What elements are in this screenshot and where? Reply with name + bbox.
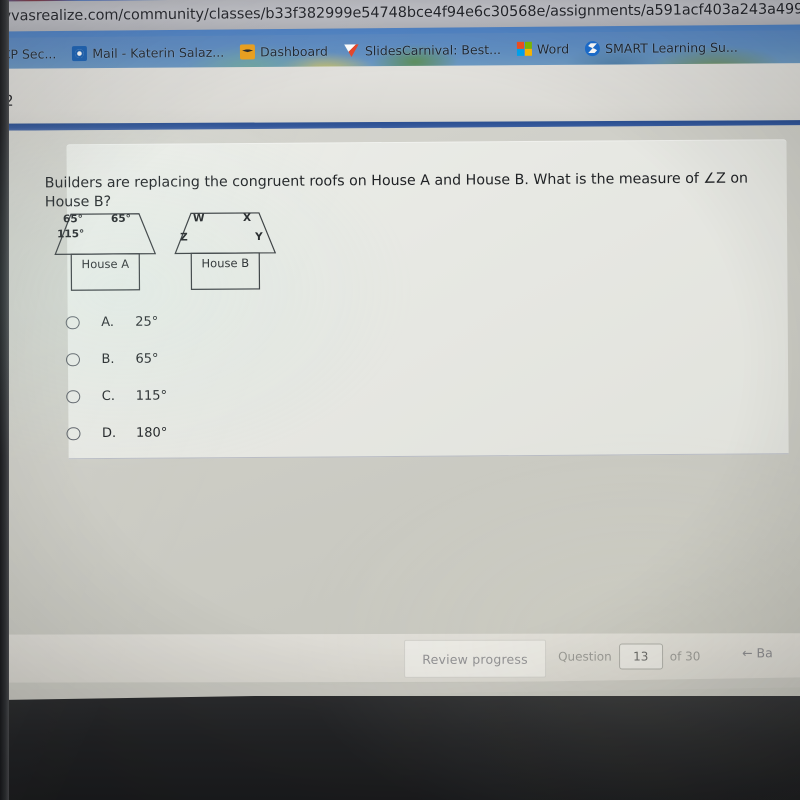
bookmark-slidescarnival[interactable]: SlidesCarnival: Best... (336, 41, 509, 58)
radio-button-c[interactable] (66, 389, 80, 404)
smart-learning-icon (585, 40, 601, 56)
url-text: savvasrealize.com/community/classes/b33f… (0, 1, 800, 25)
bookmark-label: Dashboard (260, 43, 329, 59)
bookmark-label: SMART Learning Su... (605, 39, 738, 56)
option-value: 65° (135, 351, 159, 367)
house-b-vertex-z: Z (180, 231, 188, 244)
monitor-display-area: savvasrealize.com/community/classes/b33f… (0, 0, 800, 716)
option-letter: D. (101, 425, 117, 442)
radio-button-a[interactable] (65, 315, 80, 330)
question-number-input[interactable]: 13 (618, 643, 663, 670)
question-toolbar: Review progress Question 13 of 30 ← Ba (0, 633, 800, 683)
monitor-bottom-bezel (0, 696, 800, 800)
bookmark-mail-katerin-salaz[interactable]: Mail - Katerin Salaz... (64, 44, 232, 61)
answer-option-d[interactable]: D. 180° (66, 413, 446, 453)
question-prompt: Builders are replacing the congruent roo… (44, 170, 749, 211)
figure-house-a: 65° 65° 115° House A (49, 208, 162, 294)
answer-options: A. 25° B. 65° C. 115° D. 180° (65, 302, 447, 453)
answer-option-c[interactable]: C. 115° (66, 376, 446, 416)
photographed-screen: savvasrealize.com/community/classes/b33f… (0, 0, 800, 800)
option-letter: C. (101, 388, 116, 405)
house-b-drawing (174, 212, 277, 290)
microsoft-word-icon (517, 41, 532, 56)
radio-button-d[interactable] (66, 426, 81, 441)
review-progress-button[interactable]: Review progress (404, 639, 547, 678)
question-total-label: of 30 (669, 649, 701, 664)
bookmark-smart-learning[interactable]: SMART Learning Su... (577, 39, 746, 56)
answer-option-b[interactable]: B. 65° (65, 339, 446, 379)
review-progress-label: Review progress (422, 651, 528, 667)
house-a-angle-bottom-left: 115° (57, 228, 85, 241)
house-a-angle-top-left: 65° (62, 213, 83, 226)
house-b-vertex-x: X (242, 211, 252, 225)
option-letter: B. (101, 351, 115, 368)
house-a-angle-top-right: 65° (110, 212, 131, 225)
option-letter: A. (101, 314, 115, 331)
bookmark-label: Mail - Katerin Salaz... (92, 44, 225, 61)
slidescarnival-icon (344, 43, 360, 58)
option-value: 115° (135, 388, 168, 404)
house-a-label: House A (81, 256, 130, 272)
house-b-vertex-w: W (192, 212, 205, 225)
question-card: Builders are replacing the congruent roo… (45, 139, 789, 460)
answer-option-a[interactable]: A. 25° (65, 302, 446, 342)
house-b-vertex-y: Y (255, 230, 263, 243)
question-label: Question (558, 649, 612, 664)
bookmark-label: SlidesCarnival: Best... (364, 41, 502, 58)
page-body: Builders are replacing the congruent roo… (0, 124, 800, 711)
back-link[interactable]: ← Ba (742, 645, 773, 660)
option-value: 180° (135, 425, 168, 441)
house-figures: 65° 65° 115° House A W X Z Y House B (49, 206, 350, 293)
option-value: 25° (135, 314, 159, 330)
bookmark-label: Word (536, 40, 570, 57)
graduation-cap-icon (240, 43, 256, 60)
monitor-left-bezel (0, 0, 9, 800)
bookmark-word[interactable]: Word (509, 41, 577, 57)
radio-button-b[interactable] (65, 352, 80, 367)
house-b-label: House B (201, 255, 250, 271)
outlook-icon (72, 45, 88, 61)
bookmark-dashboard[interactable]: Dashboard (232, 43, 336, 60)
figure-house-b: W X Z Y House B (169, 207, 282, 293)
bookmark-ccp-sec[interactable]: CCP Sec... (0, 46, 64, 62)
question-navigator: Question 13 of 30 (558, 643, 701, 670)
